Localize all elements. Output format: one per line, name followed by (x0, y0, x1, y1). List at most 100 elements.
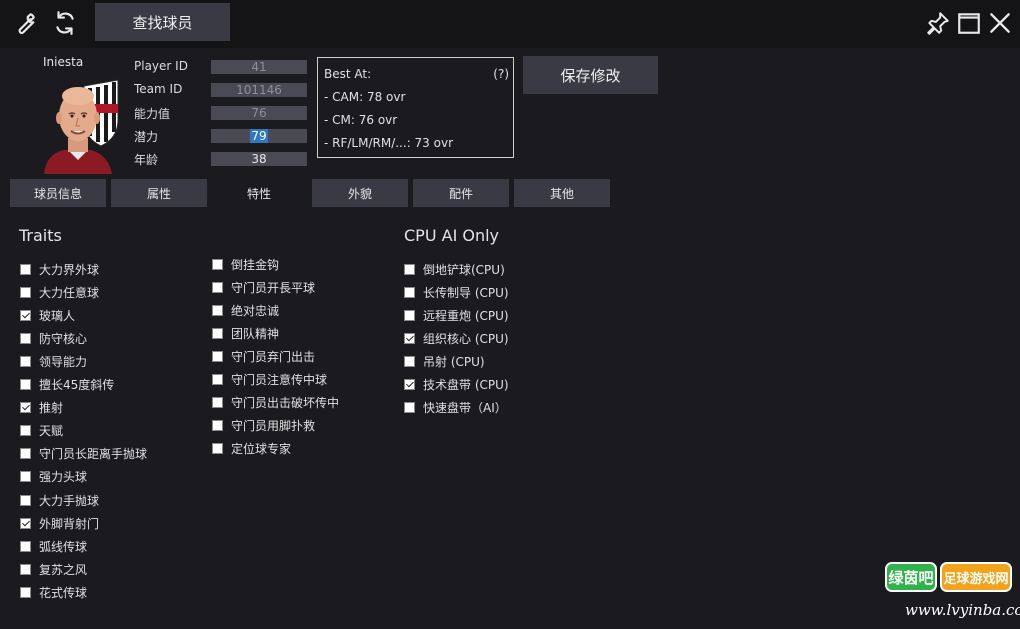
site-watermark-logo: 绿茵吧 足球游戏网 (885, 562, 1013, 596)
trait-checkbox-row[interactable]: 守门员长距离手抛球 (20, 446, 147, 462)
checkbox-unchecked[interactable] (20, 494, 31, 506)
trait-checkbox-row[interactable]: 守门员弃门出击 (212, 348, 315, 364)
player-id-field[interactable]: 41 (211, 60, 307, 74)
checkbox-unchecked[interactable] (20, 332, 31, 344)
checkbox-unchecked[interactable] (20, 355, 31, 367)
checkbox-unchecked[interactable] (404, 263, 415, 275)
traits-heading: Traits (19, 226, 62, 245)
checkbox-unchecked[interactable] (20, 586, 31, 598)
trait-checkbox-row[interactable]: 守门员开長平球 (212, 279, 315, 295)
trait-label: 技术盘带 (CPU) (423, 378, 509, 392)
checkbox-unchecked[interactable] (20, 448, 31, 460)
checkbox-unchecked[interactable] (404, 309, 415, 321)
checkbox-checked[interactable] (20, 309, 31, 321)
toolbar: 查找球员 (0, 0, 1020, 48)
best-at-line: - RF/LM/RM/...: 73 ovr (324, 136, 454, 150)
checkbox-unchecked[interactable] (212, 304, 223, 316)
checkbox-unchecked[interactable] (212, 281, 223, 293)
maximize-icon[interactable] (956, 10, 982, 36)
trait-checkbox-row[interactable]: 花式传球 (20, 584, 87, 600)
wrench-icon[interactable] (12, 10, 38, 36)
trait-checkbox-row[interactable]: 守门员出击破坏传中 (212, 394, 339, 410)
checkbox-checked[interactable] (404, 379, 415, 390)
pin-icon[interactable] (925, 10, 951, 36)
trait-checkbox-row[interactable]: 绝对忠诚 (212, 302, 279, 318)
tab-other[interactable]: 其他 (514, 179, 610, 207)
trait-checkbox-row[interactable]: 复苏之风 (20, 561, 87, 577)
close-icon[interactable] (987, 10, 1013, 36)
trait-checkbox-row[interactable]: 玻璃人 (20, 307, 75, 323)
tab-attributes[interactable]: 属性 (111, 179, 207, 207)
checkbox-unchecked[interactable] (212, 442, 223, 454)
trait-checkbox-row[interactable]: 强力头球 (20, 469, 87, 485)
player-portrait (38, 76, 120, 174)
trait-label: 定位球专家 (231, 441, 292, 456)
trait-checkbox-row[interactable]: 推射 (20, 400, 63, 416)
checkbox-unchecked[interactable] (20, 263, 31, 275)
checkbox-unchecked[interactable] (20, 425, 31, 437)
trait-checkbox-row[interactable]: 外脚背射门 (20, 515, 99, 531)
checkbox-unchecked[interactable] (20, 540, 31, 552)
trait-checkbox-row[interactable]: 领导能力 (20, 353, 87, 369)
help-icon[interactable]: (?) (493, 67, 509, 81)
trait-label: 快速盘带（AI） (423, 401, 507, 416)
player-name: Iniesta (43, 55, 84, 69)
tab-appearance[interactable]: 外貌 (312, 179, 408, 207)
checkbox-unchecked[interactable] (20, 563, 31, 575)
trait-checkbox-row[interactable]: 远程重炮 (CPU) (404, 307, 509, 323)
save-changes-button[interactable]: 保存修改 (523, 56, 658, 94)
tab-traits[interactable]: 特性 (211, 179, 307, 207)
trait-checkbox-row[interactable]: 弧线传球 (20, 538, 87, 554)
checkbox-unchecked[interactable] (20, 379, 31, 390)
tab-player-info[interactable]: 球员信息 (10, 179, 106, 207)
potential-field[interactable]: 79 (211, 129, 307, 143)
trait-label: 组织核心 (CPU) (423, 331, 509, 346)
trait-checkbox-row[interactable]: 定位球专家 (212, 440, 291, 456)
refresh-icon[interactable] (52, 10, 78, 36)
trait-checkbox-row[interactable]: 倒地铲球(CPU) (404, 261, 505, 277)
checkbox-unchecked[interactable] (404, 402, 415, 414)
trait-label: 花式传球 (39, 585, 88, 600)
checkbox-checked[interactable] (20, 402, 31, 414)
checkbox-unchecked[interactable] (20, 286, 31, 298)
watermark-url: www.lvyinba.com (905, 601, 1020, 619)
overall-label: 能力值 (134, 107, 171, 121)
trait-checkbox-row[interactable]: 大力手抛球 (20, 492, 99, 508)
checkbox-unchecked[interactable] (212, 258, 223, 270)
tab-accessories[interactable]: 配件 (413, 179, 509, 207)
trait-checkbox-row[interactable]: 长传制导 (CPU) (404, 284, 509, 300)
trait-checkbox-row[interactable]: 防守核心 (20, 330, 87, 346)
checkbox-unchecked[interactable] (404, 286, 415, 298)
trait-checkbox-row[interactable]: 快速盘带（AI） (404, 400, 507, 416)
checkbox-checked[interactable] (20, 517, 31, 529)
trait-checkbox-row[interactable]: 大力界外球 (20, 261, 99, 277)
trait-label: 守门员注意传中球 (231, 372, 328, 387)
trait-checkbox-row[interactable]: 吊射 (CPU) (404, 353, 485, 369)
team-id-field[interactable]: 101146 (211, 83, 307, 97)
checkbox-unchecked[interactable] (404, 355, 415, 367)
trait-checkbox-row[interactable]: 大力任意球 (20, 284, 99, 300)
trait-checkbox-row[interactable]: 守门员用脚扑救 (212, 417, 315, 433)
age-field[interactable]: 38 (211, 152, 307, 166)
checkbox-unchecked[interactable] (212, 327, 223, 339)
trait-checkbox-row[interactable]: 擅长45度斜传 (20, 377, 114, 393)
checkbox-unchecked[interactable] (20, 471, 31, 483)
trait-checkbox-row[interactable]: 团队精神 (212, 325, 279, 341)
trait-label: 外脚背射门 (39, 516, 100, 531)
overall-field[interactable]: 76 (211, 106, 307, 120)
checkbox-unchecked[interactable] (212, 373, 223, 385)
checkbox-checked[interactable] (404, 332, 415, 344)
trait-checkbox-row[interactable]: 技术盘带 (CPU) (404, 377, 509, 393)
potential-value: 79 (250, 129, 268, 143)
checkbox-unchecked[interactable] (212, 396, 223, 408)
checkbox-unchecked[interactable] (212, 419, 223, 431)
trait-checkbox-row[interactable]: 倒挂金钩 (212, 256, 279, 272)
trait-checkbox-row[interactable]: 天赋 (20, 423, 63, 439)
find-player-button[interactable]: 查找球员 (95, 3, 230, 41)
trait-label: 擅长45度斜传 (39, 378, 115, 392)
player-id-label: Player ID (134, 59, 188, 73)
trait-checkbox-row[interactable]: 守门员注意传中球 (212, 371, 327, 387)
trait-label: 远程重炮 (CPU) (423, 308, 509, 323)
checkbox-unchecked[interactable] (212, 350, 223, 362)
trait-checkbox-row[interactable]: 组织核心 (CPU) (404, 330, 509, 346)
